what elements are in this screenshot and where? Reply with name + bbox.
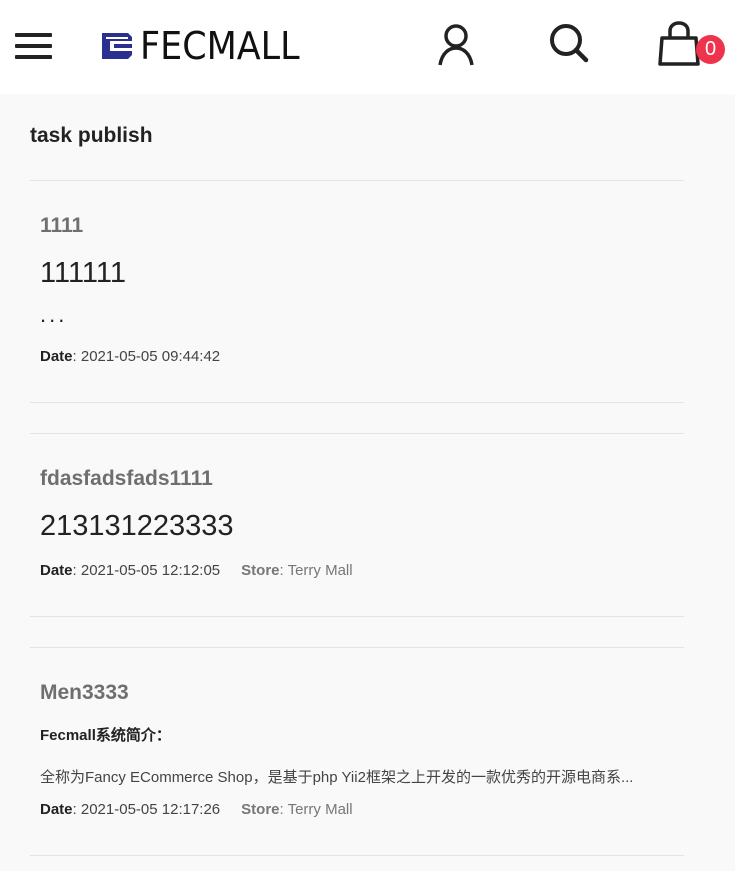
- post-ellipsis: ...: [40, 302, 68, 327]
- date-label: Date: [40, 348, 73, 365]
- search-icon[interactable]: [548, 22, 590, 64]
- post-meta: Date: 2021-05-05 12:17:26 Store: Terry Ma…: [40, 801, 353, 818]
- post-description: 全称为Fancy ECommerce Shop，是基于php Yii2框架之上开…: [40, 769, 634, 786]
- post-meta: Date: 2021-05-05 12:12:05 Store: Terry Ma…: [40, 562, 353, 579]
- site-logo[interactable]: FECMALL: [98, 24, 314, 68]
- post-title[interactable]: 1111: [40, 214, 83, 238]
- post-date: 2021-05-05 12:17:26: [80, 801, 221, 818]
- page-title: task publish: [30, 124, 153, 147]
- menu-icon[interactable]: [15, 31, 53, 61]
- divider: [30, 402, 684, 403]
- logo-text: FECMALL: [140, 24, 300, 68]
- divider: [30, 616, 684, 617]
- post-title[interactable]: fdasfadsfads1111: [40, 467, 213, 491]
- post-store: Terry Mall: [287, 562, 353, 579]
- date-label: Date: [40, 801, 73, 818]
- store-label: Store: [241, 801, 280, 818]
- divider: [30, 433, 684, 434]
- post-subhead: Fecmall系统简介：: [40, 727, 171, 744]
- post-body: 213131223333: [40, 510, 234, 542]
- divider: [30, 647, 684, 648]
- logo-mark-icon: [102, 33, 132, 59]
- divider: [30, 180, 684, 181]
- user-icon[interactable]: [437, 23, 475, 67]
- top-header: FECMALL 0: [0, 0, 735, 94]
- post-date: 2021-05-05 12:12:05: [80, 562, 221, 579]
- post-body: 111111: [40, 257, 127, 289]
- store-label: Store: [241, 562, 280, 579]
- cart-count-badge: 0: [696, 35, 725, 64]
- divider: [30, 855, 684, 856]
- post-title[interactable]: Men3333: [40, 681, 129, 705]
- post-meta: Date: 2021-05-05 09:44:42: [40, 348, 221, 365]
- post-date: 2021-05-05 09:44:42: [80, 348, 221, 365]
- post-store: Terry Mall: [287, 801, 353, 818]
- date-label: Date: [40, 562, 73, 579]
